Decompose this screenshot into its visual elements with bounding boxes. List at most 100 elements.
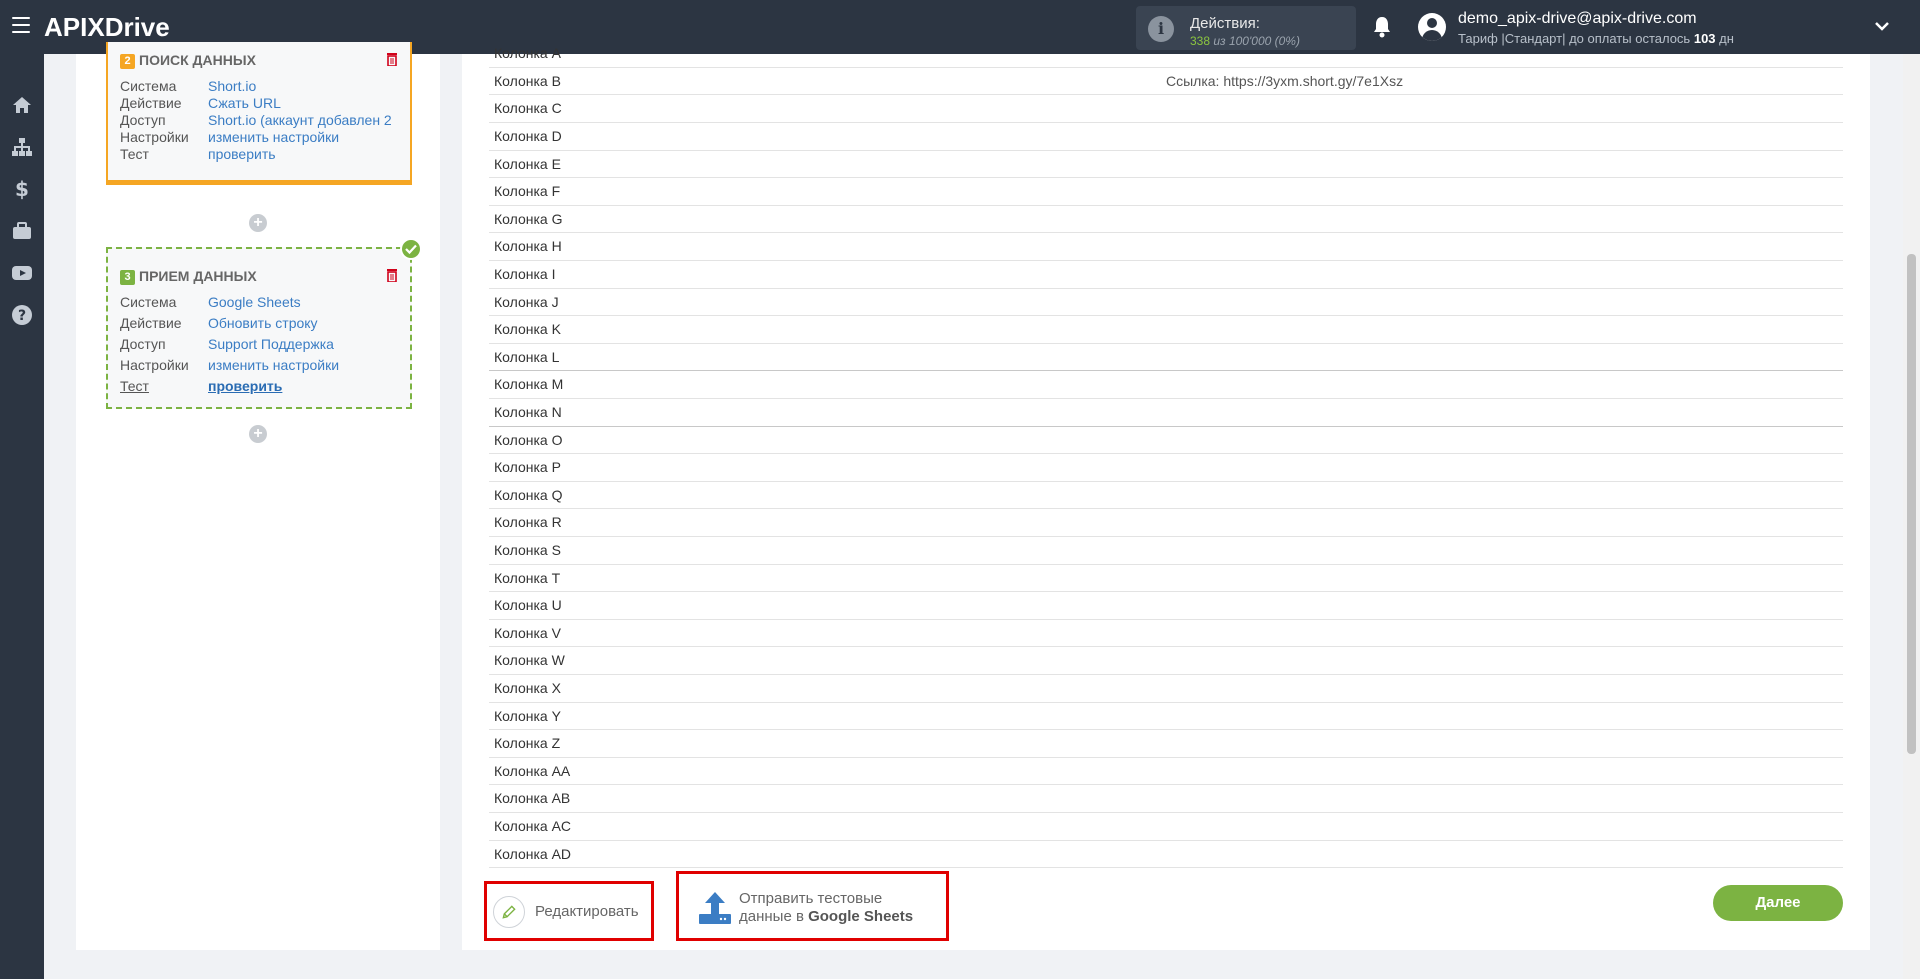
receive-card-title: 3 ПРИЕМ ДАННЫХ bbox=[120, 268, 257, 285]
table-row: Колонка L bbox=[489, 344, 1843, 372]
row-value-link[interactable]: Support Поддержка bbox=[208, 336, 408, 352]
column-name: Колонка X bbox=[494, 680, 561, 696]
row-key: Настройки bbox=[120, 129, 189, 145]
table-row: Колонка Q bbox=[489, 482, 1843, 510]
column-name: Колонка Q bbox=[494, 486, 563, 503]
column-name: Колонка E bbox=[494, 155, 561, 172]
add-step-button[interactable]: + bbox=[249, 425, 267, 443]
row-value-link[interactable]: проверить bbox=[208, 378, 408, 394]
table-row: Колонка Z bbox=[489, 730, 1843, 758]
row-value-link[interactable]: Google Sheets bbox=[208, 294, 408, 310]
send-button-target: Google Sheets bbox=[808, 908, 914, 925]
table-row: Колонка AC bbox=[489, 813, 1843, 841]
column-name: Колонка I bbox=[494, 266, 556, 282]
column-name: Колонка M bbox=[494, 376, 564, 393]
add-step-button[interactable]: + bbox=[249, 214, 267, 232]
table-row: Колонка X bbox=[489, 675, 1843, 703]
send-button-prefix: данные в bbox=[739, 908, 804, 925]
column-name: Колонка T bbox=[494, 569, 561, 586]
row-key: Тест bbox=[120, 378, 149, 394]
column-name: Колонка AC bbox=[494, 818, 572, 834]
table-row: Колонка F bbox=[489, 178, 1843, 206]
table-row: Колонка K bbox=[489, 316, 1843, 344]
user-avatar-icon[interactable] bbox=[1418, 13, 1446, 41]
table-row: Колонка B Ссылка: https://3yxm.short.gy/7… bbox=[489, 68, 1843, 96]
actions-label: Действия: bbox=[1190, 15, 1260, 32]
row-value-link[interactable]: изменить настройки bbox=[208, 357, 408, 373]
step-number: 3 bbox=[120, 270, 135, 285]
table-row: Колонка AB bbox=[489, 785, 1843, 813]
scrollbar-thumb[interactable] bbox=[1907, 254, 1916, 754]
flow-steps-panel: 2 ПОИСК ДАННЫХ Система Short.io Действие Сж… bbox=[76, 42, 440, 950]
dollar-icon[interactable]: $ bbox=[11, 178, 33, 200]
info-icon: i bbox=[1148, 16, 1174, 42]
row-key: Действие bbox=[120, 315, 182, 331]
column-name: Колонка L bbox=[494, 348, 560, 365]
column-name: Колонка A bbox=[494, 45, 561, 62]
row-value-link[interactable]: Обновить строку bbox=[208, 315, 408, 331]
home-icon[interactable] bbox=[11, 94, 33, 116]
bell-icon[interactable] bbox=[1372, 16, 1392, 38]
search-card-title: 2 ПОИСК ДАННЫХ bbox=[120, 52, 256, 69]
edit-button[interactable]: Редактировать bbox=[484, 881, 654, 941]
table-row: Колонка T bbox=[489, 565, 1843, 593]
row-key: Доступ bbox=[120, 336, 166, 352]
column-name: Колонка R bbox=[494, 514, 562, 531]
step-number: 2 bbox=[120, 54, 135, 69]
receive-card-title-text: ПРИЕМ ДАННЫХ bbox=[139, 268, 257, 284]
chevron-down-icon[interactable] bbox=[1874, 18, 1890, 34]
youtube-icon[interactable] bbox=[11, 262, 33, 284]
send-test-data-button[interactable]: Отправить тестовые данные в Google Sheet… bbox=[676, 871, 949, 941]
table-row: Колонка AA bbox=[489, 758, 1843, 786]
column-name: Колонка S bbox=[494, 542, 561, 558]
row-key: Доступ bbox=[120, 112, 166, 128]
table-row: Колонка Y bbox=[489, 703, 1843, 731]
page-scrollbar[interactable] bbox=[1903, 54, 1920, 979]
svg-text:$: $ bbox=[15, 178, 29, 200]
trash-icon[interactable] bbox=[386, 268, 398, 282]
receive-data-card[interactable]: 3 ПРИЕМ ДАННЫХ Система Google Sheets Дейст… bbox=[106, 247, 412, 409]
search-card-title-text: ПОИСК ДАННЫХ bbox=[139, 52, 256, 68]
row-value-link[interactable]: проверить bbox=[208, 146, 408, 162]
column-name: Колонка P bbox=[494, 459, 561, 476]
logo-api-text: APIX bbox=[44, 12, 105, 42]
column-name: Колонка W bbox=[494, 652, 565, 669]
edit-button-label: Редактировать bbox=[535, 903, 639, 920]
sitemap-icon[interactable] bbox=[11, 136, 33, 158]
column-name: Колонка B bbox=[494, 72, 561, 89]
briefcase-icon[interactable] bbox=[11, 220, 33, 242]
next-button[interactable]: Далее bbox=[1713, 885, 1843, 921]
user-email[interactable]: demo_apix-drive@apix-drive.com bbox=[1458, 10, 1697, 28]
table-row: Колонка U bbox=[489, 592, 1843, 620]
row-value-link[interactable]: Сжать URL bbox=[208, 95, 408, 111]
row-value-link[interactable]: изменить настройки bbox=[208, 129, 408, 145]
table-row: Колонка H bbox=[489, 233, 1843, 261]
trash-icon[interactable] bbox=[386, 52, 398, 66]
check-icon bbox=[400, 238, 422, 260]
send-button-line1: Отправить тестовые bbox=[739, 890, 883, 907]
upload-icon bbox=[699, 892, 731, 924]
row-value-link[interactable]: Short.io bbox=[208, 78, 408, 94]
menu-icon[interactable] bbox=[12, 17, 30, 33]
apix-drive-logo[interactable]: APIXDrive bbox=[44, 12, 170, 43]
column-name: Колонка D bbox=[494, 128, 562, 144]
row-key: Настройки bbox=[120, 357, 189, 373]
row-value-link[interactable]: Short.io (аккаунт добавлен 2 bbox=[208, 112, 408, 128]
table-row: Колонка AD bbox=[489, 841, 1843, 869]
column-name: Колонка N bbox=[494, 404, 562, 420]
row-key: Система bbox=[120, 294, 177, 310]
column-name: Колонка AB bbox=[494, 790, 571, 807]
help-icon[interactable]: ? bbox=[11, 304, 33, 326]
svg-text:?: ? bbox=[18, 308, 26, 324]
test-data-panel: Колонка A Колонка B Ссылка: https://3yxm.… bbox=[462, 45, 1870, 950]
column-name: Колонка AD bbox=[494, 845, 572, 862]
column-name: Колонка U bbox=[494, 597, 562, 614]
search-data-card[interactable]: 2 ПОИСК ДАННЫХ Система Short.io Действие Сж… bbox=[106, 42, 412, 182]
row-key: Тест bbox=[120, 146, 149, 162]
table-row: Колонка M bbox=[489, 371, 1843, 399]
column-name: Колонка V bbox=[494, 624, 561, 641]
column-name: Колонка AA bbox=[494, 762, 571, 779]
table-row: Колонка E bbox=[489, 151, 1843, 179]
row-key: Система bbox=[120, 78, 177, 94]
column-name: Колонка O bbox=[494, 431, 563, 448]
